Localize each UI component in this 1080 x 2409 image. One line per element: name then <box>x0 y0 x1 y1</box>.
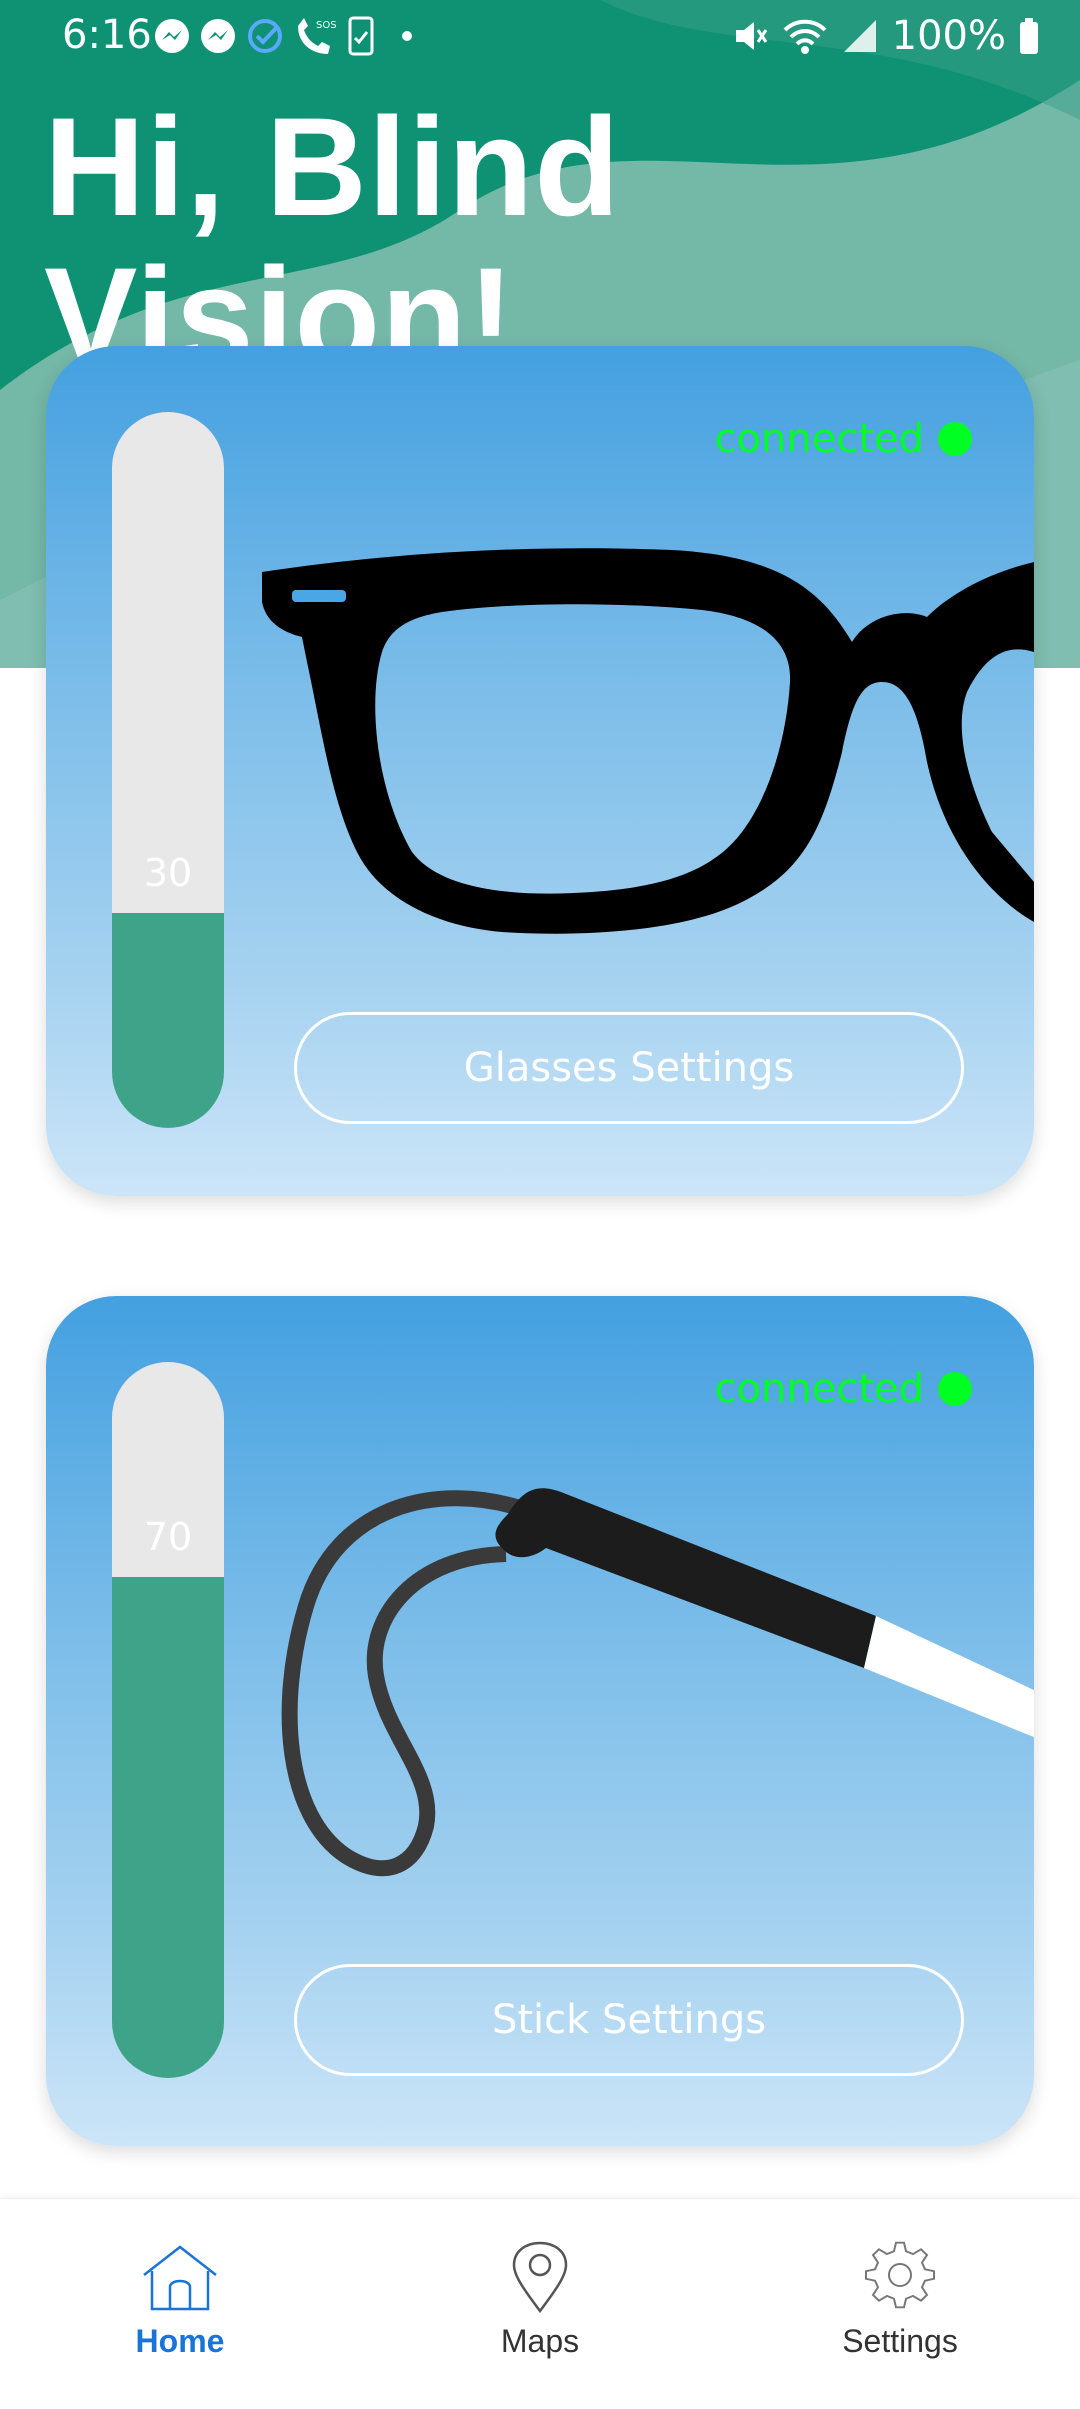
stick-battery-fill <box>112 1577 224 2078</box>
status-time: 6:16 <box>62 12 152 58</box>
nav-item-settings[interactable]: Settings <box>780 2241 1020 2360</box>
glasses-status-text: connected <box>714 416 924 462</box>
messenger-icon <box>201 19 235 53</box>
nav-item-maps[interactable]: Maps <box>420 2241 660 2360</box>
wifi-icon <box>783 19 827 54</box>
glasses-battery-value: 30 <box>143 851 193 895</box>
stick-status-dot <box>938 1372 972 1406</box>
bottom-navigation: Home Maps Settings <box>0 2198 1080 2409</box>
signal-icon <box>843 20 876 52</box>
stick-battery-value: 70 <box>143 1515 193 1559</box>
stick-connection-status: connected <box>715 1366 972 1412</box>
dot-icon <box>402 31 412 41</box>
status-bar: 6:16 SOS 100% <box>0 0 1080 72</box>
stick-status-text: connected <box>714 1366 924 1412</box>
glasses-card: 30 connected Glasses Settings <box>46 346 1034 1196</box>
glasses-battery-fill <box>112 913 224 1128</box>
battery-icon <box>1020 18 1038 54</box>
messenger-icon <box>155 19 189 53</box>
glasses-settings-button[interactable]: Glasses Settings <box>294 1012 964 1124</box>
nav-label-maps: Maps <box>500 2323 580 2359</box>
system-status: 100% <box>730 12 1040 60</box>
glasses-battery-gauge: 30 <box>112 412 224 1128</box>
nav-label-settings: Settings <box>842 2323 958 2359</box>
glasses-icon <box>262 548 1034 934</box>
notification-icons: SOS <box>155 16 412 56</box>
stick-battery-gauge: 70 <box>112 1362 224 2078</box>
battery-percent: 100% <box>891 13 1006 59</box>
stick-settings-button[interactable]: Stick Settings <box>294 1964 964 2076</box>
stick-card: 70 connected Stick Settings <box>46 1296 1034 2146</box>
glasses-status-dot <box>938 422 972 456</box>
glasses-connection-status: connected <box>715 416 972 462</box>
map-pin-icon <box>512 2241 568 2313</box>
white-cane-icon <box>281 1488 1034 1877</box>
nav-item-home[interactable]: Home <box>60 2241 300 2360</box>
check-circle-icon <box>248 19 282 53</box>
phone-task-icon <box>348 16 374 56</box>
phone-sos-icon: SOS <box>298 18 337 54</box>
gear-icon <box>865 2241 935 2309</box>
svg-text:SOS: SOS <box>316 20 337 31</box>
mute-icon <box>735 22 767 50</box>
nav-label-home: Home <box>135 2323 225 2359</box>
home-icon <box>143 2245 217 2311</box>
